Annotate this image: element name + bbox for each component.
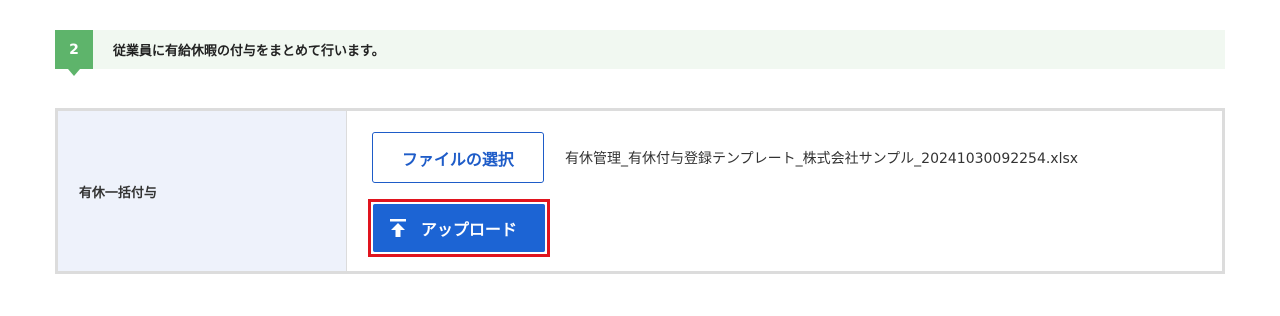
file-select-button[interactable]: ファイルの選択	[372, 132, 544, 183]
upload-arrow-icon	[389, 218, 407, 238]
form-value-cell: ファイルの選択 有休管理_有休付与登録テンプレート_株式会社サンプル_20241…	[347, 111, 1222, 271]
upload-button[interactable]: アップロード	[373, 204, 545, 252]
bulk-grant-form-row: 有休一括付与 ファイルの選択 有休管理_有休付与登録テンプレート_株式会社サンプ…	[55, 108, 1225, 274]
step-number-badge: 2	[55, 30, 93, 69]
form-label: 有休一括付与	[58, 111, 347, 271]
step-description: 従業員に有給休暇の付与をまとめて行います。	[113, 44, 385, 59]
step-badge-pointer	[68, 69, 80, 76]
selected-file-name: 有休管理_有休付与登録テンプレート_株式会社サンプル_2024103009225…	[565, 150, 1079, 167]
upload-button-label: アップロード	[421, 220, 518, 239]
